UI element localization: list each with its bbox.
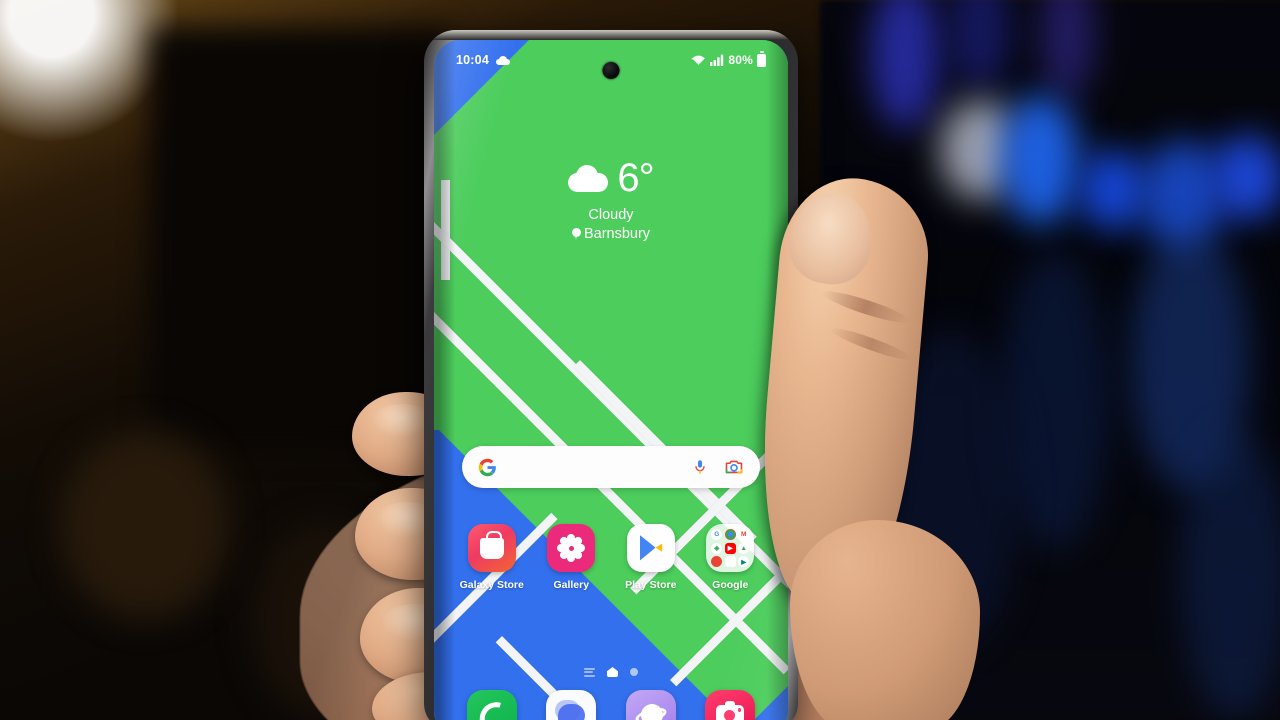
app-label: Google — [712, 579, 749, 591]
google-search-bar[interactable] — [462, 446, 760, 488]
wifi-icon — [691, 55, 706, 65]
app-galaxy-store[interactable]: Galaxy Store — [455, 524, 529, 591]
punch-hole-camera — [602, 62, 620, 79]
apps-list-icon[interactable] — [584, 667, 595, 677]
mini-app-gmail: M — [738, 529, 750, 540]
smartphone-device: 10:04 80% 6° Cloudy Barnsbury Galaxy Sto… — [424, 30, 798, 720]
google-folder-icon[interactable]: G M ◈ ▶ ▲ ▶ — [706, 524, 755, 572]
microphone-icon[interactable] — [692, 457, 708, 477]
camera-icon[interactable] — [705, 690, 756, 720]
mini-app-google-tv — [724, 556, 736, 567]
phone-screen[interactable]: 10:04 80% 6° Cloudy Barnsbury Galaxy Sto… — [434, 40, 788, 720]
mini-app-youtube: ▶ — [724, 542, 736, 554]
planet-glyph — [633, 704, 668, 720]
camera-glyph — [716, 700, 745, 720]
cloud-icon — [495, 55, 510, 65]
play-store-icon[interactable] — [626, 524, 675, 572]
mini-app-drive: ▲ — [738, 542, 750, 554]
weather-location-row: Barnsbury — [434, 226, 788, 242]
weather-temperature: 6° — [617, 156, 654, 200]
home-screen-wallpaper — [434, 40, 788, 720]
flower-glyph — [557, 534, 586, 562]
cloud-icon — [568, 164, 609, 192]
mini-app-photos — [711, 556, 723, 567]
search-input[interactable] — [497, 446, 692, 488]
home-page-icon[interactable] — [607, 667, 618, 677]
mini-app-meet: ▶ — [738, 556, 750, 567]
weather-location: Barnsbury — [583, 226, 651, 242]
status-bar-left: 10:04 — [456, 53, 510, 67]
app-label: Galaxy Store — [459, 579, 524, 591]
play-triangle-glyph — [639, 535, 662, 561]
thumb-base — [790, 520, 980, 720]
weather-condition: Cloudy — [588, 207, 634, 223]
page-dot-icon[interactable] — [630, 668, 638, 676]
messages-icon[interactable] — [546, 690, 597, 720]
page-indicator[interactable] — [434, 667, 788, 677]
fingertip-highlight — [372, 404, 432, 438]
app-grid: Galaxy Store Gallery Play Store G M ◈ ▶ … — [452, 524, 770, 591]
phone-icon[interactable] — [466, 690, 517, 720]
gallery-icon[interactable] — [547, 524, 596, 572]
google-lens-camera-icon[interactable] — [724, 457, 744, 477]
cellular-signal-icon — [710, 54, 724, 66]
speech-bubble-glyph — [557, 703, 585, 720]
status-bar-time: 10:04 — [456, 53, 489, 67]
galaxy-store-icon[interactable] — [467, 524, 516, 572]
handset-glyph — [480, 702, 504, 720]
internet-browser-icon[interactable] — [625, 690, 676, 720]
google-g-logo — [478, 458, 496, 476]
app-label: Play Store — [625, 579, 677, 591]
weather-widget[interactable]: 6° Cloudy Barnsbury — [434, 158, 788, 242]
location-pin-icon — [571, 228, 581, 240]
dock — [452, 690, 770, 720]
mini-app-chrome — [724, 529, 736, 540]
battery-percentage: 80% — [728, 53, 753, 67]
app-play-store[interactable]: Play Store — [614, 524, 688, 591]
app-gallery[interactable]: Gallery — [534, 524, 608, 591]
phone-top-frame — [424, 30, 798, 40]
weather-main-row: 6° — [434, 158, 788, 198]
mini-app-maps: ◈ — [711, 542, 723, 554]
battery-icon — [757, 51, 766, 67]
shopping-bag-glyph — [479, 530, 504, 559]
mini-app-google: G — [711, 529, 723, 540]
status-bar-right: 80% — [691, 51, 766, 67]
app-label: Gallery — [553, 579, 590, 591]
app-folder-google[interactable]: G M ◈ ▶ ▲ ▶ Google — [693, 524, 767, 591]
